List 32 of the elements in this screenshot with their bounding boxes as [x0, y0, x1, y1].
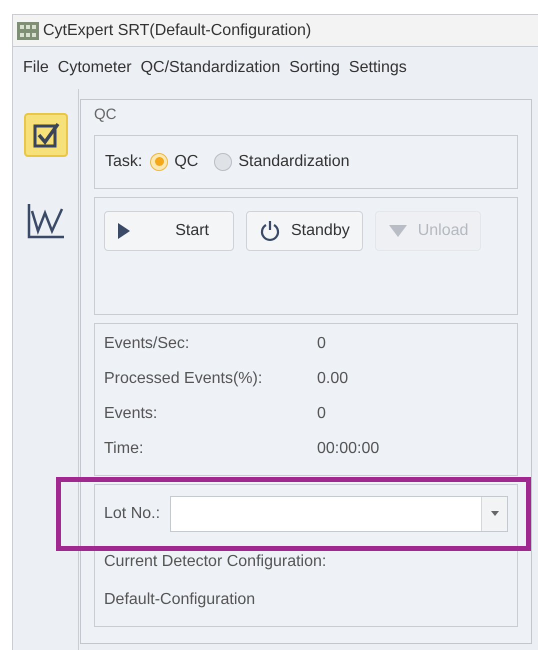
stat-value: 0	[317, 404, 326, 424]
menu-item[interactable]: Settings	[348, 56, 407, 80]
radio-icon[interactable]	[150, 152, 168, 170]
stat-label: Processed Events(%):	[104, 368, 264, 388]
config-value: Default-Configuration	[104, 590, 256, 610]
radio-option[interactable]: Standardization	[214, 150, 350, 174]
menu-item[interactable]: Sorting	[289, 56, 340, 80]
play-icon	[117, 222, 131, 240]
caret-icon	[490, 511, 498, 516]
stat-label: Events/Sec:	[104, 334, 190, 354]
config-label: Current Detector Configuration:	[104, 552, 328, 572]
menu-item[interactable]: QC/Standardization	[140, 56, 280, 80]
stat-value: 0	[317, 334, 326, 354]
radio-icon[interactable]	[214, 152, 232, 170]
task-label: Task:	[105, 152, 142, 172]
stat-label: Events:	[104, 404, 158, 424]
lot-dropdown[interactable]	[170, 496, 508, 532]
standby-button[interactable]: Standby	[246, 210, 363, 250]
stat-label: Time:	[104, 438, 144, 458]
stat-value: 00:00:00	[317, 438, 380, 458]
stat-value: 0.00	[317, 368, 348, 388]
checkbox-icon[interactable]	[24, 113, 68, 157]
menu-item[interactable]: File	[23, 56, 49, 80]
lot-label: Lot No.:	[104, 504, 160, 524]
app-logo-icon	[17, 22, 39, 40]
radio-option[interactable]: QC	[150, 150, 198, 174]
window-title: CytExpert SRT(Default-Configuration)	[43, 20, 312, 40]
triangle-down-icon	[388, 224, 408, 238]
panel-title: QC	[94, 105, 118, 125]
menu-item[interactable]: Cytometer	[58, 56, 132, 80]
start-button[interactable]: Start	[104, 210, 234, 250]
power-icon	[259, 220, 281, 242]
